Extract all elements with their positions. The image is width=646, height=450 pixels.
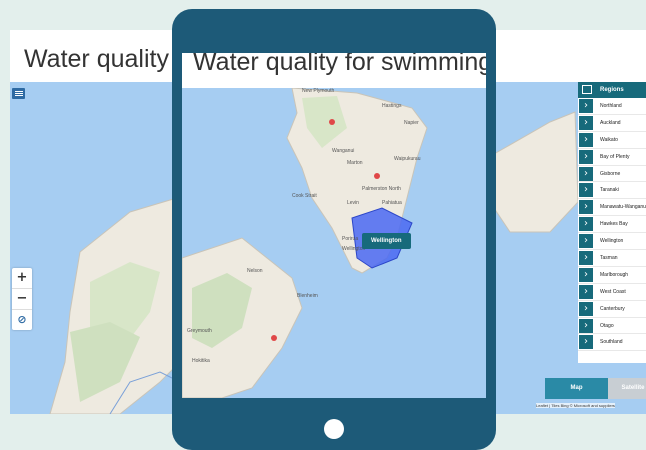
- region-label: Northland: [600, 103, 622, 109]
- map-place-label: Cook Strait: [292, 193, 317, 199]
- map-place-label: Greymouth: [187, 328, 212, 334]
- map-place-label: New Plymouth: [302, 88, 335, 94]
- chevron-right-icon[interactable]: ›: [579, 132, 593, 147]
- regions-header: Regions: [578, 82, 646, 98]
- chevron-right-icon[interactable]: ›: [579, 301, 593, 316]
- region-label: Otago: [600, 322, 614, 329]
- region-label: Marlborough: [600, 271, 629, 278]
- zoom-control: + − ⊘: [12, 268, 32, 330]
- map-place-label: Blenheim: [297, 293, 318, 299]
- region-item[interactable]: › Wellington: [578, 233, 646, 251]
- tab-map[interactable]: Map: [545, 378, 608, 399]
- map-place-label: Wanganui: [332, 148, 355, 154]
- city-marker-icon: [329, 119, 335, 125]
- region-label: Southland: [600, 339, 623, 346]
- chevron-right-icon[interactable]: ›: [579, 284, 593, 299]
- region-tooltip: Wellington: [362, 233, 411, 249]
- map-place-label: Porirua: [342, 236, 359, 242]
- region-item[interactable]: › Hawkes Bay: [578, 216, 646, 234]
- region-label: Wellington: [600, 238, 624, 245]
- map-place-label: Palmerston North: [362, 186, 401, 192]
- tablet-screen: Water quality for swimming maps New Plym…: [182, 53, 486, 398]
- chevron-right-icon[interactable]: ›: [579, 318, 593, 333]
- region-label: Bay of Plenty: [600, 153, 630, 160]
- chevron-right-icon[interactable]: ›: [579, 183, 593, 198]
- map-place-label: Pahiatua: [382, 200, 402, 206]
- region-item[interactable]: › Taranaki: [578, 182, 646, 200]
- map-place-label: Nelson: [247, 268, 263, 274]
- region-item[interactable]: › Gisborne: [578, 166, 646, 183]
- zoom-in-button[interactable]: +: [12, 268, 32, 289]
- region-item[interactable]: › Tasman: [578, 250, 646, 267]
- map-attribution: Leaflet | Tiles Bing © Microsoft and sup…: [536, 403, 615, 408]
- region-item[interactable]: › Otago: [578, 318, 646, 335]
- region-label: Auckland: [600, 119, 621, 126]
- region-label: Waikato: [600, 136, 618, 143]
- region-item[interactable]: › Manawatu-Wanganui: [578, 199, 646, 217]
- map-place-label: Marton: [347, 160, 363, 166]
- map-icon: [582, 85, 592, 94]
- region-item[interactable]: › Southland: [578, 334, 646, 352]
- chevron-right-icon[interactable]: ›: [579, 335, 593, 350]
- region-label: Tasman: [600, 255, 618, 262]
- chevron-right-icon[interactable]: ›: [579, 166, 593, 181]
- map-place-label: Waipukurau: [394, 156, 421, 162]
- chevron-right-icon[interactable]: ›: [579, 149, 593, 164]
- regions-panel: Regions › Northland › Auckland › Waikato › Bay …: [578, 82, 646, 363]
- tablet-map-land: [182, 87, 428, 398]
- tablet-frame: Water quality for swimming maps New Plym…: [172, 9, 496, 450]
- region-item[interactable]: › Auckland: [578, 115, 646, 132]
- region-item[interactable]: › Canterbury: [578, 301, 646, 318]
- layers-menu-icon[interactable]: [12, 88, 25, 99]
- locate-icon[interactable]: ⊘: [12, 310, 32, 330]
- chevron-right-icon[interactable]: ›: [579, 99, 593, 113]
- region-item[interactable]: › Marlborough: [578, 267, 646, 284]
- region-label: Hawkes Bay: [600, 221, 628, 228]
- tab-satellite[interactable]: Satellite: [608, 378, 646, 399]
- chevron-right-icon[interactable]: ›: [579, 251, 593, 266]
- tablet-map[interactable]: New Plymouth Hastings Napier Wanganui Ma…: [182, 87, 486, 398]
- region-label: Gisborne: [600, 170, 621, 177]
- map-place-label: Levin: [347, 200, 359, 206]
- chevron-right-icon[interactable]: ›: [579, 217, 593, 232]
- chevron-right-icon[interactable]: ›: [579, 200, 593, 215]
- home-button[interactable]: [324, 419, 344, 439]
- map-place-label: Hastings: [382, 103, 402, 109]
- region-item[interactable]: › Northland: [578, 98, 646, 115]
- city-marker-icon: [374, 173, 380, 179]
- map-place-label: Napier: [404, 120, 419, 126]
- region-item[interactable]: › West Coast: [578, 284, 646, 301]
- city-marker-icon: [271, 335, 277, 341]
- chevron-right-icon[interactable]: ›: [579, 115, 593, 130]
- region-label: West Coast: [600, 288, 626, 295]
- chevron-right-icon[interactable]: ›: [579, 267, 593, 282]
- region-item[interactable]: › Bay of Plenty: [578, 149, 646, 166]
- tablet-page-title: Water quality for swimming maps: [193, 53, 486, 76]
- zoom-out-button[interactable]: −: [12, 289, 32, 310]
- chevron-right-icon[interactable]: ›: [579, 234, 593, 249]
- region-label: Taranaki: [600, 187, 619, 194]
- region-label: Canterbury: [600, 305, 625, 312]
- map-place-label: Hokitika: [192, 358, 210, 364]
- region-item[interactable]: › Waikato: [578, 132, 646, 149]
- region-label: Manawatu-Wanganui: [600, 204, 646, 211]
